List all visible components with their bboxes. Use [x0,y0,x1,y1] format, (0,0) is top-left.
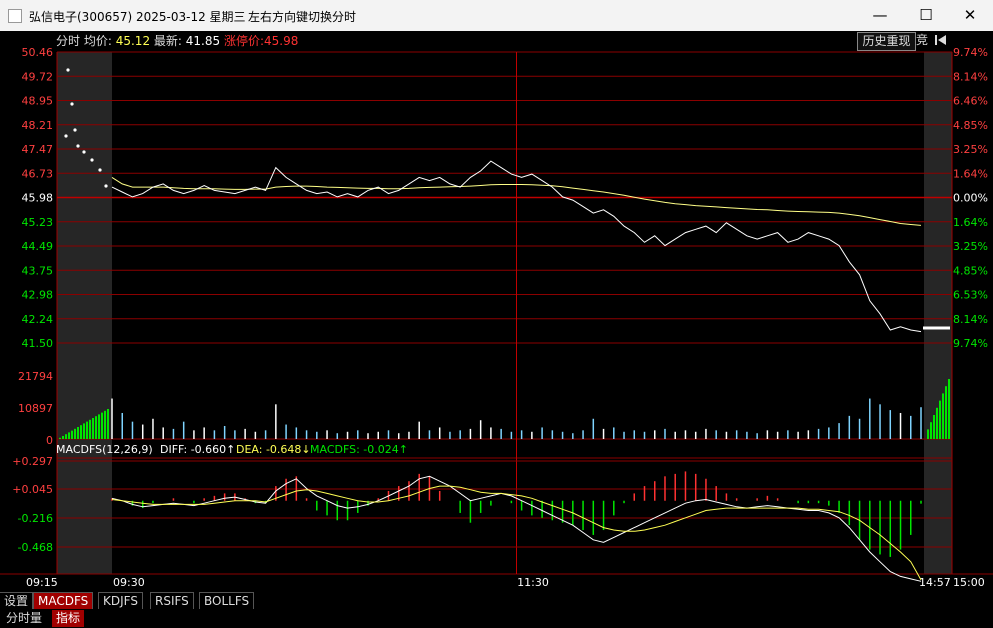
macd-tick-label: -0.468 [18,541,53,554]
price-tick-label: 41.50 [22,337,54,350]
price-tick-label: 46.73 [22,167,54,180]
limit-up-value: 45.98 [264,34,299,48]
price-tick-label: 45.98 [22,192,54,205]
price-tick-label: 48.21 [22,119,54,132]
volume-tick-label: 10897 [18,402,53,415]
time-label: 11:30 [517,576,549,589]
macd-tick-label: +0.297 [12,455,53,468]
tab-rsifs[interactable]: RSIFS [150,592,194,610]
tab-volume[interactable]: 分时量 [2,610,46,627]
navigation-hint: 左右方向键切换分时 [248,10,357,24]
last-price-label: 最新: [153,34,182,48]
minimize-button[interactable]: — [857,0,903,31]
price-tick-label: 48.95 [22,95,54,108]
close-button[interactable]: ✕ [947,0,993,31]
price-tick-label: 45.23 [22,216,54,229]
rewind-icon[interactable] [934,33,948,47]
app-icon [8,9,22,23]
maximize-button[interactable]: ☐ [903,0,949,31]
pct-tick-label: 1.64% [953,167,988,180]
time-label: 14:57 [919,576,951,589]
tab-settings[interactable]: 设置 [0,592,34,610]
pct-tick-label: 8.14% [953,313,988,326]
price-tick-label: 42.98 [22,289,54,302]
pct-tick-label: 4.85% [953,264,988,277]
price-tick-label: 49.72 [22,70,54,83]
macd-tick-label: -0.216 [18,512,53,525]
time-label: 09:15 [26,576,58,589]
avg-price-value: 45.12 [115,34,151,48]
macd-diff-value: DIFF: -0.660↑ [160,443,235,456]
price-tick-label: 47.47 [22,143,54,156]
auction-button[interactable]: 竞 [914,32,930,49]
auction-point [82,150,86,154]
volume-tick-label: 0 [46,434,53,447]
auction-point [66,68,70,72]
pct-tick-label: 4.85% [953,119,988,132]
intraday-chart[interactable]: 50.46 9.74% 49.72 8.14% 48.95 6.46% 48.21 4.85%… [0,31,993,591]
price-tick-label: 43.75 [22,264,54,277]
pct-tick-label: 1.64% [953,216,988,229]
pct-tick-label: 0.00% [953,192,988,205]
pct-tick-label: 3.25% [953,240,988,253]
limit-up-label: 涨停价: [223,34,265,48]
price-tick-label: 44.49 [22,240,54,253]
macd-dea-value: DEA: -0.648↓ [236,443,311,456]
pct-tick-label: 9.74% [953,337,988,350]
macd-macdfs-value: MACDFS: -0.024↑ [310,443,408,456]
volume-tick-label: 21794 [18,370,53,383]
chart-header: 分时 均价: 45.12 最新: 41.85 涨停价:45.98 [56,32,298,49]
pre-market-zone [57,52,112,574]
avg-price-label: 均价: [83,34,112,48]
last-price-value: 41.85 [185,34,221,48]
bottom-tabs: 分时量 指标 [0,609,993,628]
price-tick-label: 50.46 [22,46,54,59]
auction-point [98,168,102,172]
pct-tick-label: 6.53% [953,289,988,302]
mode-label: 分时 [56,34,81,48]
auction-point [73,128,77,132]
tab-macdfs[interactable]: MACDFS [33,592,94,610]
macd-tick-label: +0.045 [12,483,53,496]
window-title: 弘信电子(300657) 2025-03-12 星期三 [29,10,246,24]
indicator-tabs: 设置 MACDFS KDJFS RSIFS BOLLFS [0,592,993,610]
title-bar: 弘信电子(300657) 2025-03-12 星期三 左右方向键切换分时 — … [0,0,993,31]
time-label: 09:30 [113,576,145,589]
pct-tick-label: 9.74% [953,46,988,59]
price-tick-label: 42.24 [22,313,54,326]
auction-point [64,134,68,138]
pct-tick-label: 8.14% [953,70,988,83]
pct-tick-label: 3.25% [953,143,988,156]
tab-bollfs[interactable]: BOLLFS [199,592,255,610]
auction-point [70,102,74,106]
auction-point [104,184,108,188]
macd-title: MACDFS(12,26,9) [56,443,153,456]
auction-point [90,158,94,162]
tab-kdjfs[interactable]: KDJFS [98,592,143,610]
history-replay-button[interactable]: 历史重现 [857,32,916,51]
tab-indicator[interactable]: 指标 [52,610,85,627]
auction-point [76,144,80,148]
pct-tick-label: 6.46% [953,95,988,108]
post-market-zone [924,52,952,574]
time-label: 15:00 [953,576,985,589]
